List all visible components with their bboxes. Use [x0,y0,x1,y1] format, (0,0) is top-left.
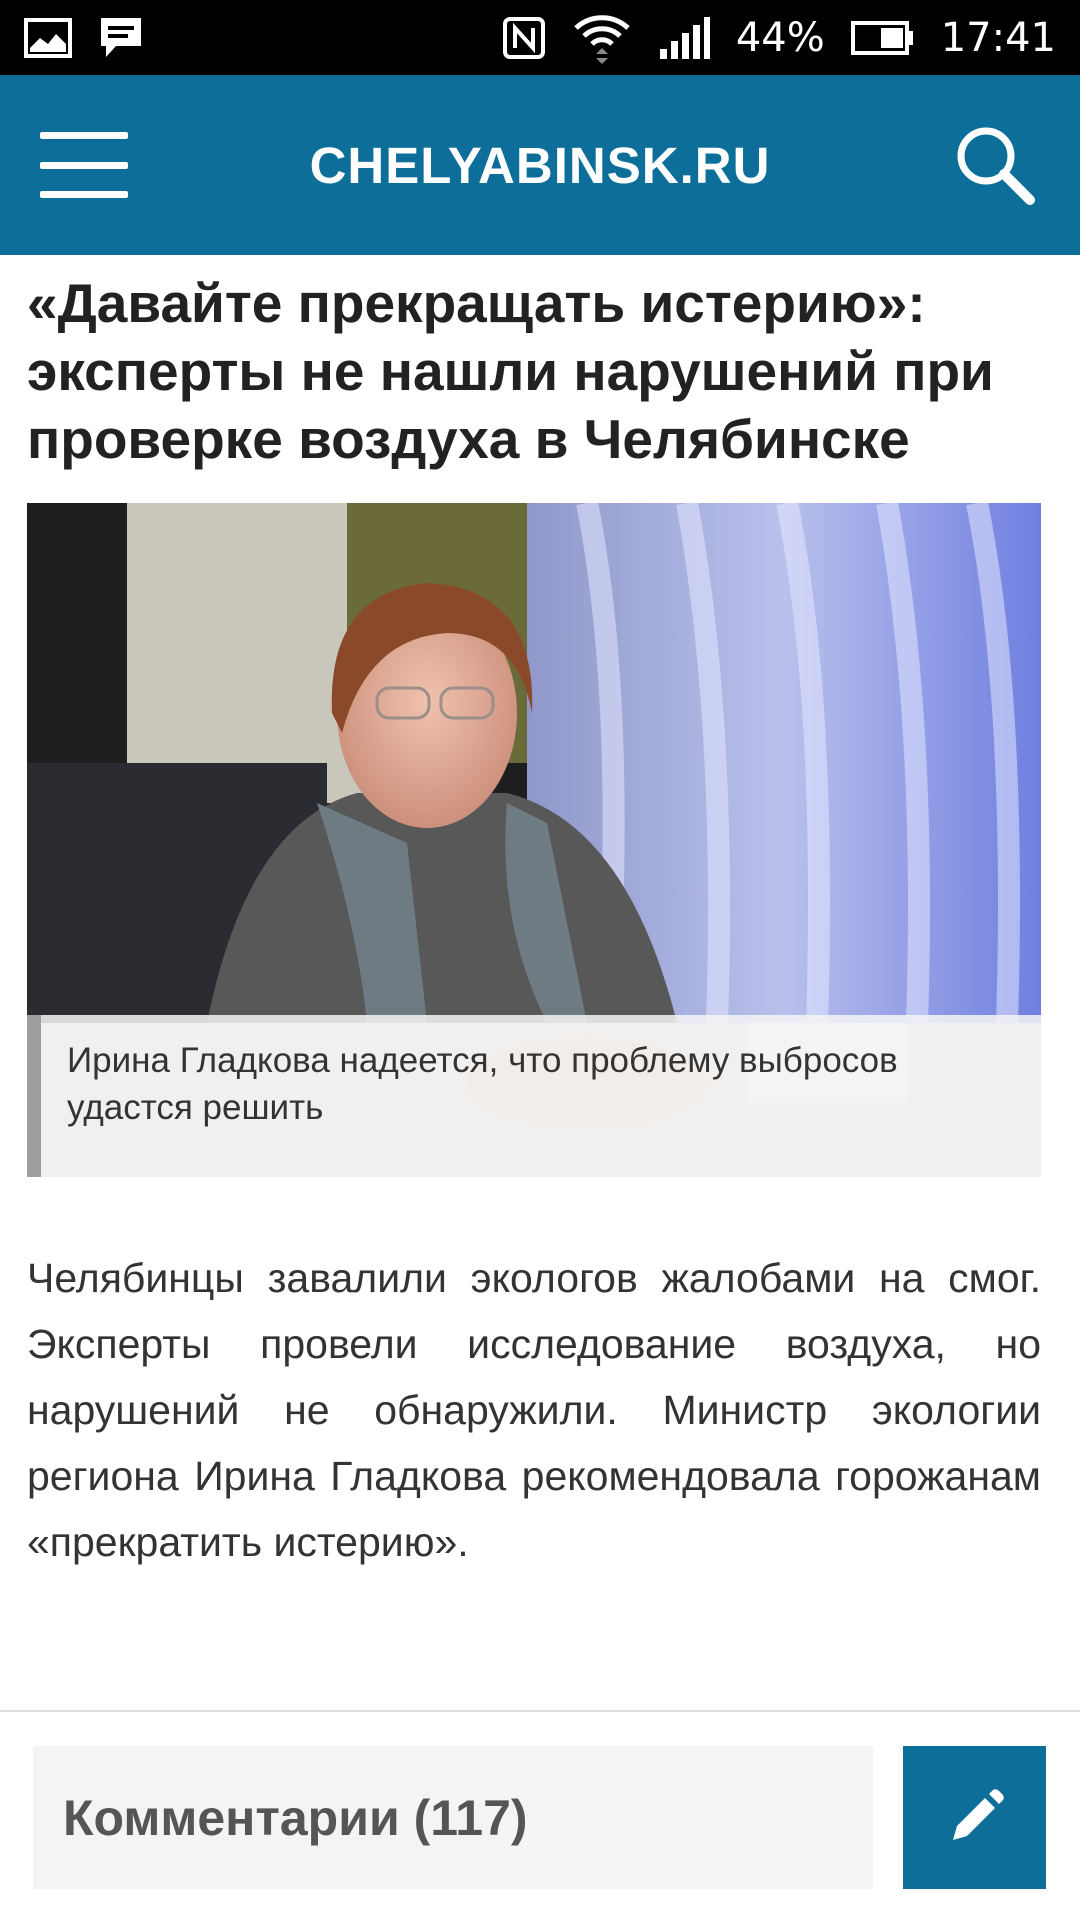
site-title[interactable]: CHELYABINSK.RU [0,136,1080,195]
clock: 17:41 [940,14,1056,61]
nfc-icon [502,16,546,60]
comments-bar: Комментарии (117) [0,1710,1080,1920]
article-photo[interactable]: Ирина Гладкова надеется, что проблему вы… [27,503,1041,1177]
gallery-icon [24,17,72,58]
pencil-icon [952,1788,1004,1840]
status-bar: 44% 17:41 [0,0,1080,75]
battery-icon [850,20,915,55]
photo-caption: Ирина Гладкова надеется, что проблему вы… [27,1015,1041,1177]
article-headline: «Давайте прекращать истерию»: эксперты н… [27,272,994,470]
article-lead: Челябинцы завалили экологов жалобами на … [27,1255,1041,1565]
comments-button[interactable]: Комментарии (117) [33,1746,873,1889]
app-header: CHELYABINSK.RU [0,75,1080,255]
article: «Давайте прекращать истерию»: эксперты н… [27,255,1041,1575]
wifi-icon [572,10,632,66]
search-icon[interactable] [950,120,1040,210]
hamburger-menu-icon[interactable] [40,132,128,198]
signal-icon [658,16,710,59]
status-left [24,15,144,61]
write-comment-button[interactable] [903,1746,1046,1889]
battery-percent: 44% [735,14,825,61]
status-right: 44% 17:41 [502,10,1056,66]
message-icon [98,15,144,61]
